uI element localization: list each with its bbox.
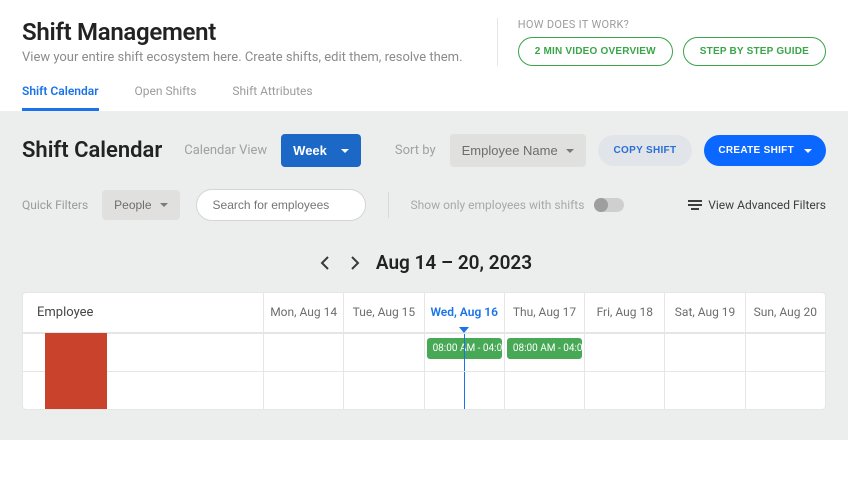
calendar-view-select[interactable]: Week	[281, 134, 361, 167]
day-header-wed-label: Wed, Aug 16	[430, 305, 498, 319]
shift-cell[interactable]: 08:00 AM - 04:00	[504, 333, 584, 371]
shift-cell[interactable]	[664, 371, 744, 409]
calendar-view-value: Week	[293, 143, 327, 158]
prev-week-button[interactable]	[316, 252, 334, 274]
shift-cell[interactable]	[263, 371, 343, 409]
page-subtitle: View your entire shift ecosystem here. C…	[22, 50, 497, 65]
shift-cell[interactable]	[343, 371, 423, 409]
chevron-right-icon	[350, 256, 360, 270]
how-it-works-label: HOW DOES IT WORK?	[518, 18, 826, 37]
sort-by-select[interactable]: Employee Name	[450, 134, 586, 167]
section-title: Shift Calendar	[22, 138, 162, 163]
advanced-filters-label: View Advanced Filters	[708, 198, 826, 212]
tab-open-shifts[interactable]: Open Shifts	[135, 84, 197, 111]
people-filter-button[interactable]: People	[102, 190, 179, 220]
tab-shift-calendar[interactable]: Shift Calendar	[22, 84, 99, 111]
page-title: Shift Management	[22, 18, 497, 46]
shift-cell[interactable]	[584, 333, 664, 371]
filter-icon	[688, 200, 702, 210]
tab-shift-attributes[interactable]: Shift Attributes	[232, 84, 312, 111]
create-shift-label: CREATE SHIFT	[718, 145, 794, 156]
quick-filters-label: Quick Filters	[22, 198, 88, 212]
video-overview-button[interactable]: 2 MIN VIDEO OVERVIEW	[518, 37, 673, 66]
people-filter-label: People	[114, 198, 151, 212]
date-range: Aug 14 – 20, 2023	[376, 251, 532, 274]
shift-cell[interactable]	[504, 371, 584, 409]
shift-cell[interactable]	[745, 371, 825, 409]
calendar-grid: Employee Mon, Aug 14 Tue, Aug 15 Wed, Au…	[22, 292, 826, 410]
chevron-left-icon	[320, 256, 330, 270]
current-time-line	[464, 372, 465, 409]
table-row: 08:00 AM - 04:00 08:00 AM - 04:00	[23, 333, 825, 371]
day-header-thu[interactable]: Thu, Aug 17	[504, 293, 584, 332]
show-only-label: Show only employees with shifts	[411, 198, 585, 212]
shift-chip[interactable]: 08:00 AM - 04:00	[507, 338, 582, 359]
shift-cell[interactable]	[584, 371, 664, 409]
sort-by-value: Employee Name	[462, 143, 558, 158]
shift-cell[interactable]	[343, 333, 423, 371]
day-header-mon[interactable]: Mon, Aug 14	[263, 293, 343, 332]
divider	[388, 192, 389, 218]
calendar-view-label: Calendar View	[184, 143, 267, 158]
employee-header: Employee	[23, 293, 263, 332]
advanced-filters-button[interactable]: View Advanced Filters	[688, 198, 826, 212]
day-header-fri[interactable]: Fri, Aug 18	[584, 293, 664, 332]
shift-cell[interactable]	[745, 333, 825, 371]
day-header-tue[interactable]: Tue, Aug 15	[343, 293, 423, 332]
create-shift-button[interactable]: CREATE SHIFT	[704, 135, 826, 166]
day-header-sat[interactable]: Sat, Aug 19	[664, 293, 744, 332]
step-by-step-button[interactable]: STEP BY STEP GUIDE	[683, 37, 826, 66]
chevron-down-icon	[566, 149, 574, 153]
next-week-button[interactable]	[346, 252, 364, 274]
chevron-down-icon	[160, 203, 168, 207]
avatar[interactable]	[45, 333, 107, 409]
sort-by-label: Sort by	[395, 143, 436, 158]
chevron-down-icon	[341, 149, 349, 153]
current-time-line	[464, 334, 465, 371]
table-row	[23, 371, 825, 409]
shift-cell[interactable]	[263, 333, 343, 371]
day-header-wed[interactable]: Wed, Aug 16	[424, 293, 504, 332]
shift-cell[interactable]	[664, 333, 744, 371]
copy-shift-button[interactable]: COPY SHIFT	[598, 135, 693, 166]
search-input[interactable]	[196, 189, 366, 221]
shift-cell[interactable]	[424, 371, 504, 409]
chevron-down-icon	[804, 149, 812, 153]
shift-cell[interactable]: 08:00 AM - 04:00	[424, 333, 504, 371]
day-header-sun[interactable]: Sun, Aug 20	[745, 293, 825, 332]
show-only-toggle[interactable]	[594, 198, 624, 212]
